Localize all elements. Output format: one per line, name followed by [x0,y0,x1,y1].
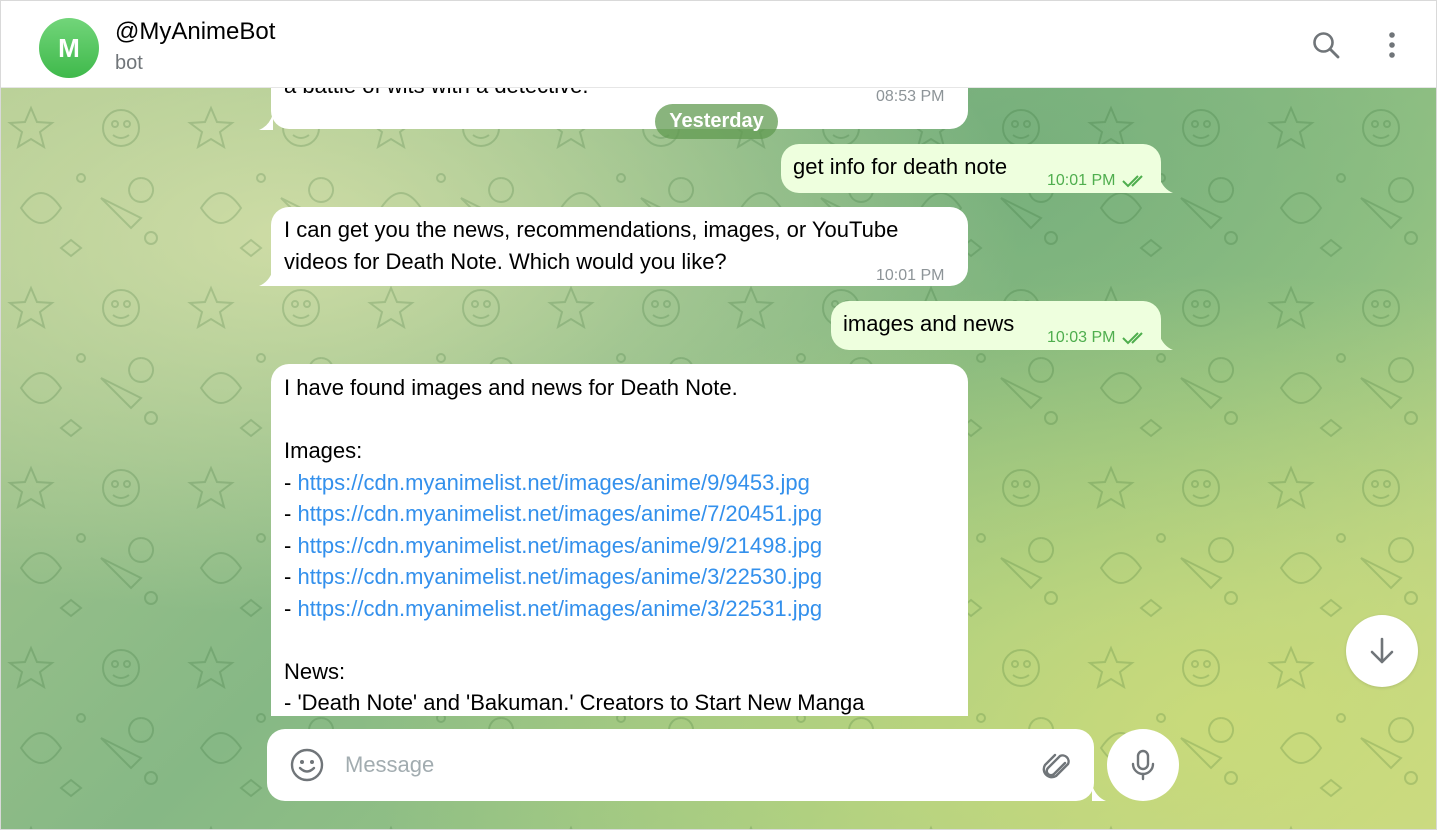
message-text: a battle of wits with a detective. [284,88,589,102]
bubble-tail [1159,177,1173,193]
avatar[interactable]: M [39,18,99,78]
more-options-button[interactable] [1372,25,1412,65]
voice-record-button[interactable] [1107,729,1179,801]
search-icon [1313,32,1340,59]
chat-header[interactable]: M @MyAnimeBot bot [1,1,1436,88]
telegram-window: a battle of wits with a detective. 08:53… [0,0,1437,830]
image-link[interactable]: https://cdn.myanimelist.net/images/anime… [297,564,822,589]
message-time: 08:53 PM [876,88,945,105]
chat-subtitle: bot [115,52,143,74]
bubble-tail [259,270,273,286]
scroll-to-bottom-button[interactable] [1346,615,1418,687]
message-text: images and news [843,311,1015,336]
chat-title[interactable]: @MyAnimeBot [115,18,275,46]
message-composer[interactable] [267,729,1094,801]
message-line: I have found images and news for Death N… [284,375,738,400]
arrow-down-icon [1370,637,1394,664]
message-time: 10:03 PM [1047,322,1148,354]
message-line: I can get you the news, recommendations,… [284,217,899,242]
more-vertical-icon [1389,32,1395,58]
message-bubble-outgoing[interactable]: images and news 10:03 PM [831,301,1161,350]
double-check-icon [1122,175,1143,188]
emoji-button[interactable] [289,747,325,783]
message-time: 10:01 PM [876,267,945,284]
image-link-row: - https://cdn.myanimelist.net/images/ani… [284,595,823,621]
message-bubble-incoming[interactable]: a battle of wits with a detective. 08:53… [271,88,968,129]
news-heading: News: [284,658,346,684]
message-input[interactable] [345,743,1005,787]
image-link-row: - https://cdn.myanimelist.net/images/ani… [284,532,823,558]
message-bubble-incoming[interactable]: I can get you the news, recommendations,… [271,207,968,286]
image-link[interactable]: https://cdn.myanimelist.net/images/anime… [297,596,822,621]
images-heading: Images: [284,438,363,463]
composer-tail [1092,785,1106,801]
bubble-tail [1159,334,1173,350]
image-link-row: - https://cdn.myanimelist.net/images/ani… [284,501,823,526]
message-list[interactable]: a battle of wits with a detective. 08:53… [1,88,1436,716]
message-text: I can get you the news, recommendations,… [284,214,898,277]
news-item: - 'Death Note' and 'Bakuman.' Creators t… [284,690,865,715]
message-text: I have found images and news for Death N… [284,372,865,716]
message-line: videos for Death Note. Which would you l… [284,248,727,274]
message-text: get info for death note [793,154,1008,179]
image-link-row: - https://cdn.myanimelist.net/images/ani… [284,469,810,495]
smile-icon [290,748,324,782]
image-link[interactable]: https://cdn.myanimelist.net/images/anime… [297,470,809,495]
paperclip-icon [1042,753,1070,779]
attach-button[interactable] [1037,747,1077,787]
double-check-icon [1122,332,1143,345]
date-separator: Yesterday [655,104,778,139]
message-bubble-outgoing[interactable]: get info for death note 10:01 PM [781,144,1161,193]
bubble-tail [259,114,273,130]
image-link-row: - https://cdn.myanimelist.net/images/ani… [284,564,823,589]
image-link[interactable]: https://cdn.myanimelist.net/images/anime… [297,533,822,558]
microphone-icon [1131,749,1155,781]
message-bubble-incoming[interactable]: I have found images and news for Death N… [271,364,968,716]
search-button[interactable] [1306,25,1346,65]
message-time: 10:01 PM [1047,165,1148,197]
image-link[interactable]: https://cdn.myanimelist.net/images/anime… [297,501,822,526]
